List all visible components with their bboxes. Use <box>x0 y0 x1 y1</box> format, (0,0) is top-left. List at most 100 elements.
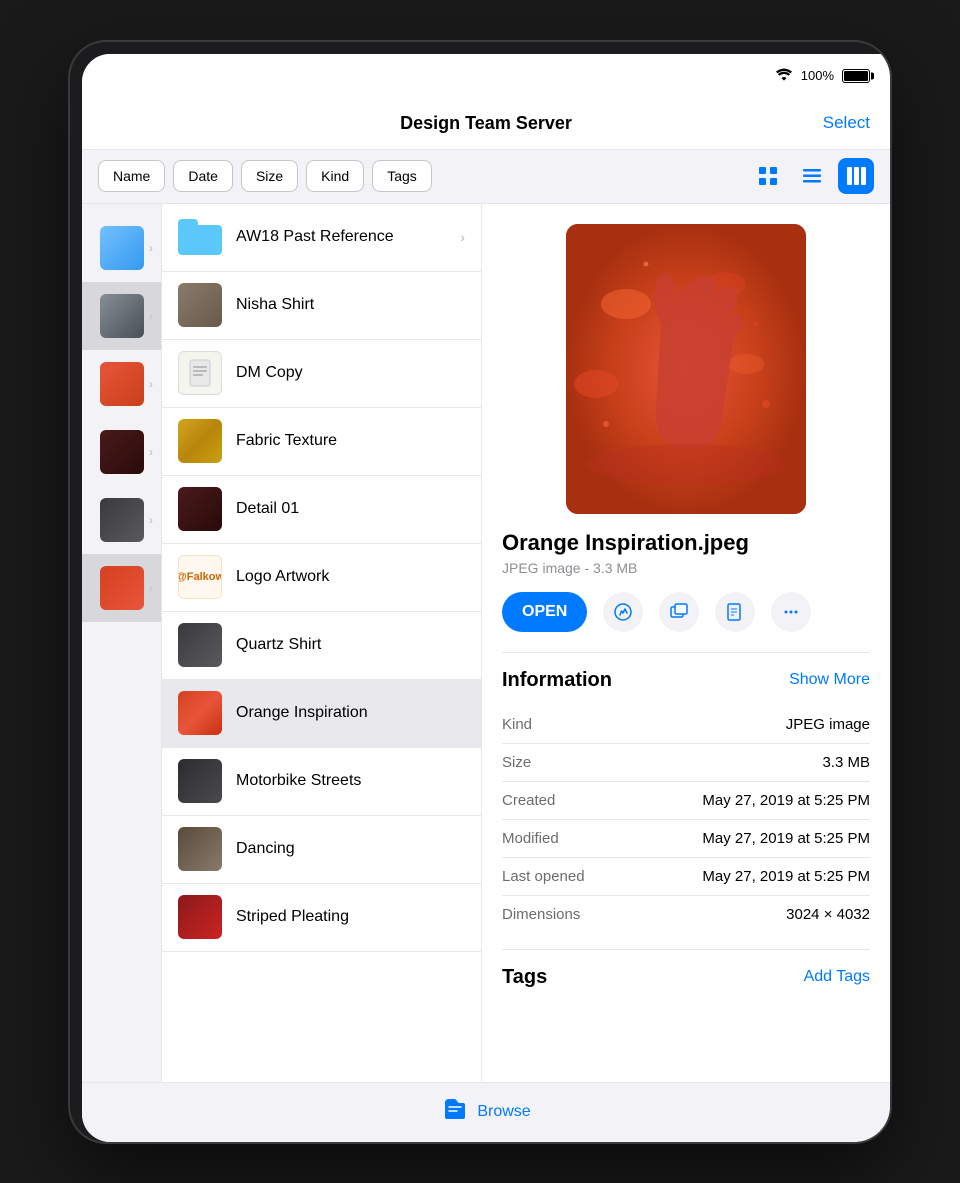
sort-tags-button[interactable]: Tags <box>372 160 432 192</box>
file-item-orange[interactable]: Orange Inspiration <box>162 680 481 748</box>
ipad-frame: 100% Design Team Server Select Name Date… <box>70 42 890 1142</box>
sidebar-thumb-0 <box>100 226 144 270</box>
file-thumb-moto <box>178 759 222 803</box>
tags-section: Tags Add Tags <box>482 950 890 1005</box>
file-thumb-orange <box>178 691 222 735</box>
info-value-kind: JPEG image <box>786 716 870 733</box>
file-name-orange: Orange Inspiration <box>236 704 368 722</box>
sidebar-item-4[interactable]: › <box>82 486 161 554</box>
sort-name-button[interactable]: Name <box>98 160 165 192</box>
chevron-icon-0: › <box>149 241 153 255</box>
file-thumb-fabric <box>178 419 222 463</box>
info-row-kind: Kind JPEG image <box>502 706 870 744</box>
main-content: › › › › › <box>82 204 890 1082</box>
sidebar-item-5[interactable]: › <box>82 554 161 622</box>
battery-fill <box>844 71 868 81</box>
info-row-dimensions: Dimensions 3024 × 4032 <box>502 896 870 933</box>
file-thumb-dm <box>178 351 222 395</box>
preview-file-name: Orange Inspiration.jpeg <box>482 530 890 560</box>
view-grid-button[interactable] <box>750 158 786 194</box>
info-title: Information <box>502 669 612 692</box>
preview-file-size: 3.3 MB <box>593 560 637 576</box>
file-item-aw18[interactable]: AW18 Past Reference › <box>162 204 481 272</box>
page-title: Design Team Server <box>400 113 572 134</box>
file-name-dm: DM Copy <box>236 364 303 382</box>
browse-tab-icon <box>441 1095 469 1130</box>
file-name-dancing: Dancing <box>236 840 295 858</box>
info-label-kind: Kind <box>502 716 532 733</box>
folder-icon-aw18 <box>178 219 222 255</box>
select-button[interactable]: Select <box>823 113 870 133</box>
chevron-icon-1: › <box>149 309 153 323</box>
sort-bar: Name Date Size Kind Tags <box>82 150 890 204</box>
file-item-striped[interactable]: Striped Pleating <box>162 884 481 952</box>
file-thumb-aw18 <box>178 215 222 259</box>
file-name-aw18: AW18 Past Reference <box>236 228 394 246</box>
file-item-dancing[interactable]: Dancing <box>162 816 481 884</box>
action-buttons: OPEN <box>482 592 890 652</box>
file-thumb-detail <box>178 487 222 531</box>
preview-file-type: JPEG image <box>502 560 581 576</box>
file-thumb-striped <box>178 895 222 939</box>
sidebar-thumb-5 <box>100 566 144 610</box>
info-value-last-opened: May 27, 2019 at 5:25 PM <box>702 868 870 885</box>
file-item-detail[interactable]: Detail 01 <box>162 476 481 544</box>
file-list: AW18 Past Reference › Nisha Shirt <box>162 204 482 1082</box>
file-item-fabric[interactable]: Fabric Texture <box>162 408 481 476</box>
window-button[interactable] <box>659 592 699 632</box>
file-thumb-nisha <box>178 283 222 327</box>
sidebar-item-2[interactable]: › <box>82 350 161 418</box>
tab-bar: Browse <box>82 1082 890 1142</box>
chevron-icon-2: › <box>149 377 153 391</box>
sort-date-button[interactable]: Date <box>173 160 233 192</box>
file-item-dm[interactable]: DM Copy <box>162 340 481 408</box>
pdf-button[interactable] <box>715 592 755 632</box>
info-value-dimensions: 3024 × 4032 <box>786 906 870 923</box>
sidebar-item-3[interactable]: › <box>82 418 161 486</box>
file-thumb-quartz <box>178 623 222 667</box>
file-item-moto[interactable]: Motorbike Streets <box>162 748 481 816</box>
info-header: Information Show More <box>502 669 870 692</box>
info-value-created: May 27, 2019 at 5:25 PM <box>702 792 870 809</box>
file-item-logo[interactable]: @Falkow Logo Artwork <box>162 544 481 612</box>
view-list-button[interactable] <box>794 158 830 194</box>
open-button[interactable]: OPEN <box>502 592 587 632</box>
file-item-quartz[interactable]: Quartz Shirt <box>162 612 481 680</box>
sort-size-button[interactable]: Size <box>241 160 298 192</box>
view-toggle <box>750 158 874 194</box>
info-label-size: Size <box>502 754 531 771</box>
browse-tab[interactable]: Browse <box>441 1095 530 1130</box>
info-value-modified: May 27, 2019 at 5:25 PM <box>702 830 870 847</box>
tags-title: Tags <box>502 966 547 989</box>
sidebar-item-1[interactable]: › <box>82 282 161 350</box>
file-chevron-aw18: › <box>460 229 465 245</box>
header: Design Team Server Select <box>82 98 890 150</box>
info-row-last-opened: Last opened May 27, 2019 at 5:25 PM <box>502 858 870 896</box>
sidebar-thumb-4 <box>100 498 144 542</box>
chevron-icon-4: › <box>149 513 153 527</box>
info-label-created: Created <box>502 792 555 809</box>
tags-header: Tags Add Tags <box>502 966 870 989</box>
preview-img-content <box>566 224 806 514</box>
screen: 100% Design Team Server Select Name Date… <box>82 54 890 1142</box>
view-column-button[interactable] <box>838 158 874 194</box>
markup-button[interactable] <box>603 592 643 632</box>
file-item-nisha[interactable]: Nisha Shirt <box>162 272 481 340</box>
sidebar-item-0[interactable]: › <box>82 214 161 282</box>
info-label-last-opened: Last opened <box>502 868 585 885</box>
sidebar-thumb-1 <box>100 294 144 338</box>
file-name-striped: Striped Pleating <box>236 908 349 926</box>
chevron-icon-5: › <box>149 581 153 595</box>
more-button[interactable] <box>771 592 811 632</box>
file-name-detail: Detail 01 <box>236 500 299 518</box>
file-thumb-logo: @Falkow <box>178 555 222 599</box>
browse-tab-label: Browse <box>477 1103 530 1121</box>
show-more-button[interactable]: Show More <box>789 671 870 689</box>
preview-panel: Orange Inspiration.jpeg JPEG image - 3.3… <box>482 204 890 1082</box>
preview-file-meta: JPEG image - 3.3 MB <box>482 560 890 592</box>
info-label-dimensions: Dimensions <box>502 906 580 923</box>
preview-image <box>566 224 806 514</box>
add-tags-button[interactable]: Add Tags <box>804 968 870 986</box>
preview-image-container <box>482 204 890 530</box>
sort-kind-button[interactable]: Kind <box>306 160 364 192</box>
